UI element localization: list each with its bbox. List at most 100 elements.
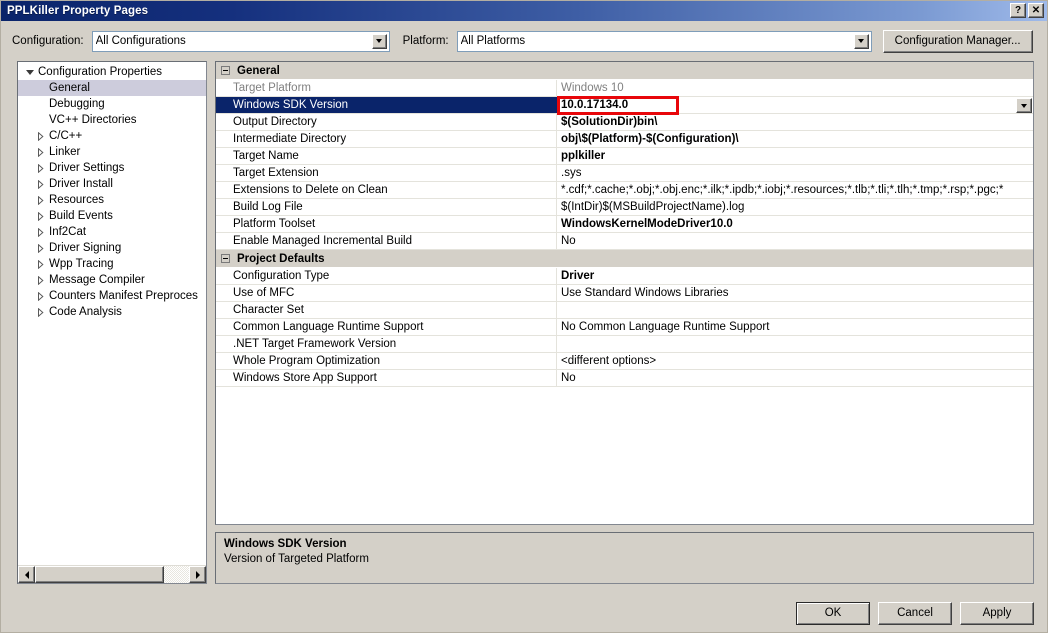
category-header-project-defaults[interactable]: Project Defaults (216, 250, 1033, 268)
collapsed-triangle-icon[interactable] (33, 291, 48, 301)
scroll-right-icon[interactable] (189, 566, 206, 583)
tree-item-code-analysis[interactable]: Code Analysis (18, 304, 206, 320)
tree-item-general[interactable]: General (18, 80, 206, 96)
scrollbar-track[interactable] (35, 566, 189, 583)
property-row[interactable]: Use of MFC Use Standard Windows Libraries (216, 285, 1033, 302)
property-name: Output Directory (216, 114, 557, 130)
property-row[interactable]: Output Directory $(SolutionDir)bin\ (216, 114, 1033, 131)
tree-horizontal-scrollbar[interactable] (18, 565, 206, 583)
property-row[interactable]: Extensions to Delete on Clean *.cdf;*.cac… (216, 182, 1033, 199)
chevron-down-icon[interactable] (853, 33, 869, 49)
collapsed-triangle-icon[interactable] (33, 179, 48, 189)
collapsed-triangle-icon[interactable] (33, 131, 48, 141)
tree-item-inf2cat[interactable]: Inf2Cat (18, 224, 206, 240)
tree-item-build-events[interactable]: Build Events (18, 208, 206, 224)
property-value[interactable]: 10.0.17134.0 (557, 97, 1033, 113)
property-row[interactable]: Intermediate Directory obj\$(Platform)-$(… (216, 131, 1033, 148)
collapsed-triangle-icon[interactable] (33, 163, 48, 173)
tree-item-driver-settings[interactable]: Driver Settings (18, 160, 206, 176)
property-name: Common Language Runtime Support (216, 319, 557, 335)
tree-item-driver-install[interactable]: Driver Install (18, 176, 206, 192)
property-value[interactable]: pplkiller (557, 148, 1033, 164)
tree-item-label: Configuration Properties (38, 66, 163, 78)
property-row[interactable]: .NET Target Framework Version (216, 336, 1033, 353)
property-value[interactable]: .sys (557, 165, 1033, 181)
property-value[interactable]: <different options> (557, 353, 1033, 369)
configuration-select[interactable]: All Configurations (91, 30, 390, 52)
property-row[interactable]: Character Set (216, 302, 1033, 319)
property-value[interactable] (557, 302, 1033, 318)
value-chevron-down-icon[interactable] (1016, 98, 1032, 113)
collapsed-triangle-icon[interactable] (33, 195, 48, 205)
scroll-left-icon[interactable] (18, 566, 35, 583)
property-pages-dialog: PPLKiller Property Pages ? ✕ Configurati… (0, 0, 1048, 633)
tree-item-message-compiler[interactable]: Message Compiler (18, 272, 206, 288)
tree-item-configuration-properties[interactable]: Configuration Properties (18, 64, 206, 80)
chevron-down-icon[interactable] (371, 33, 387, 49)
property-row[interactable]: Target Extension .sys (216, 165, 1033, 182)
cancel-button[interactable]: Cancel (878, 601, 952, 625)
property-name: Whole Program Optimization (216, 353, 557, 369)
right-panel: General Target Platform Windows 10 Windows … (215, 61, 1034, 584)
property-row[interactable]: Common Language Runtime Support No Common… (216, 319, 1033, 336)
tree-item-debugging[interactable]: Debugging (18, 96, 206, 112)
property-value[interactable]: Windows 10 (557, 80, 1033, 96)
property-row[interactable]: Target Name pplkiller (216, 148, 1033, 165)
property-value[interactable]: No Common Language Runtime Support (557, 319, 1033, 335)
property-row[interactable]: Whole Program Optimization <different opt… (216, 353, 1033, 370)
tree-item-label: Inf2Cat (49, 226, 87, 238)
tree-item-resources[interactable]: Resources (18, 192, 206, 208)
property-row[interactable]: Windows SDK Version 10.0.17134.0 (216, 96, 1033, 115)
tree-list: Configuration Properties General Debugging… (18, 62, 206, 565)
property-value[interactable]: obj\$(Platform)-$(Configuration)\ (557, 131, 1033, 147)
collapsed-triangle-icon[interactable] (33, 307, 48, 317)
collapse-box-icon[interactable] (221, 66, 230, 75)
tree-item-c-c[interactable]: C/C++ (18, 128, 206, 144)
category-header-general[interactable]: General (216, 62, 1033, 80)
expanded-triangle-icon[interactable] (22, 69, 37, 75)
collapsed-triangle-icon[interactable] (33, 211, 48, 221)
tree-item-label: Build Events (49, 210, 113, 222)
platform-select[interactable]: All Platforms (456, 30, 872, 52)
property-name: Enable Managed Incremental Build (216, 233, 557, 249)
property-value[interactable]: $(IntDir)$(MSBuildProjectName).log (557, 199, 1033, 215)
property-row[interactable]: Target Platform Windows 10 (216, 80, 1033, 97)
property-value[interactable]: Use Standard Windows Libraries (557, 285, 1033, 301)
tree-item-label: Debugging (49, 98, 105, 110)
collapse-box-icon[interactable] (221, 254, 230, 263)
tree-item-label: Linker (49, 146, 81, 158)
property-value[interactable]: No (557, 370, 1033, 386)
configuration-manager-button[interactable]: Configuration Manager... (882, 29, 1033, 53)
tree-item-label: Wpp Tracing (49, 258, 114, 270)
property-row[interactable]: Configuration Type Driver (216, 268, 1033, 285)
property-row[interactable]: Enable Managed Incremental Build No (216, 233, 1033, 250)
property-value[interactable]: *.cdf;*.cache;*.obj;*.obj.enc;*.ilk;*.ip… (557, 182, 1033, 198)
property-row[interactable]: Build Log File $(IntDir)$(MSBuildProjectN… (216, 199, 1033, 216)
property-value[interactable]: $(SolutionDir)bin\ (557, 114, 1033, 130)
collapsed-triangle-icon[interactable] (33, 243, 48, 253)
collapsed-triangle-icon[interactable] (33, 227, 48, 237)
tree-item-label: Driver Signing (49, 242, 122, 254)
tree-item-label: Code Analysis (49, 306, 122, 318)
property-value[interactable]: Driver (557, 268, 1033, 284)
collapsed-triangle-icon[interactable] (33, 259, 48, 269)
apply-button[interactable]: Apply (960, 601, 1034, 625)
property-value[interactable]: No (557, 233, 1033, 249)
close-icon[interactable]: ✕ (1028, 3, 1044, 18)
collapsed-triangle-icon[interactable] (33, 147, 48, 157)
property-name: Target Extension (216, 165, 557, 181)
tree-item-wpp-tracing[interactable]: Wpp Tracing (18, 256, 206, 272)
tree-item-driver-signing[interactable]: Driver Signing (18, 240, 206, 256)
tree-item-linker[interactable]: Linker (18, 144, 206, 160)
property-value[interactable] (557, 336, 1033, 352)
tree-item-vc-directories[interactable]: VC++ Directories (18, 112, 206, 128)
scrollbar-thumb[interactable] (35, 566, 165, 583)
ok-button[interactable]: OK (796, 601, 870, 625)
property-row[interactable]: Platform Toolset WindowsKernelModeDriver1… (216, 216, 1033, 233)
property-row[interactable]: Windows Store App Support No (216, 370, 1033, 387)
property-value[interactable]: WindowsKernelModeDriver10.0 (557, 216, 1033, 232)
tree-item-label: Resources (49, 194, 104, 206)
collapsed-triangle-icon[interactable] (33, 275, 48, 285)
tree-item-counters-manifest-preproces[interactable]: Counters Manifest Preproces (18, 288, 206, 304)
help-icon[interactable]: ? (1010, 3, 1026, 18)
